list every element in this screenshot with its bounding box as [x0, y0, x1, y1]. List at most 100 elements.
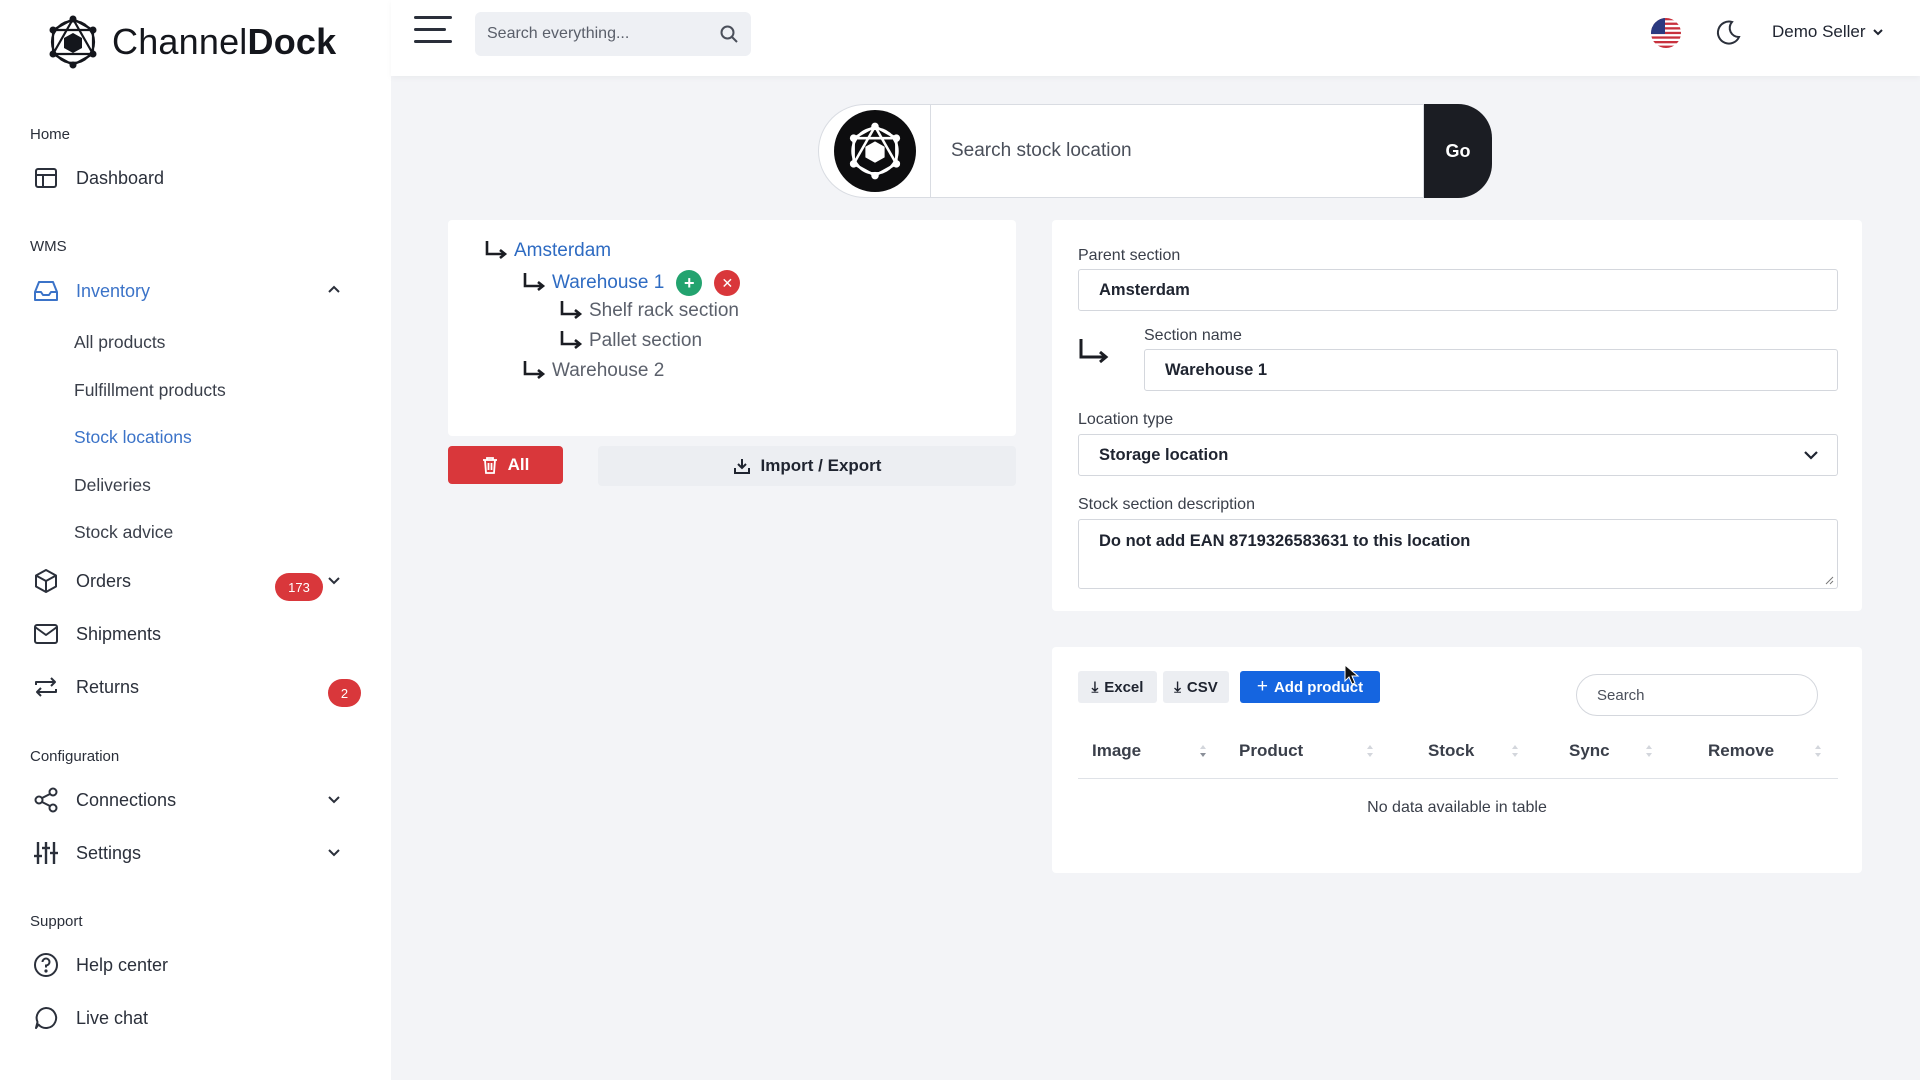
tree-node-label: Pallet section: [589, 330, 703, 351]
delete-all-label: All: [507, 455, 530, 474]
tree-node-amsterdam[interactable]: Amsterdam: [484, 240, 611, 262]
go-button[interactable]: Go: [1424, 104, 1492, 198]
brand-logo[interactable]: ChannelDock: [44, 12, 336, 72]
location-tree: Amsterdam Warehouse 1 + ✕ Shelf rack sec…: [448, 220, 1016, 436]
table-search-input[interactable]: [1576, 674, 1818, 716]
mouse-pointer-icon: [1344, 664, 1360, 685]
box-icon: [30, 565, 62, 597]
nav-settings[interactable]: Settings: [30, 833, 365, 873]
column-header-product[interactable]: Product: [1239, 741, 1303, 761]
section-name-field[interactable]: Warehouse 1: [1144, 349, 1838, 391]
nav-live-chat-label: Live chat: [76, 1007, 149, 1028]
nav-shipments[interactable]: Shipments: [30, 614, 365, 654]
parent-section-field[interactable]: Amsterdam: [1078, 269, 1838, 311]
location-type-label: Location type: [1078, 411, 1174, 428]
tree-node-pallet[interactable]: Pallet section: [559, 330, 702, 352]
delete-all-button[interactable]: All: [448, 446, 563, 484]
mail-icon: [30, 618, 62, 650]
section-name-label: Section name: [1144, 327, 1242, 344]
nav-all-products[interactable]: All products: [74, 332, 165, 353]
tree-branch-arrow-icon: [560, 331, 583, 350]
import-export-label: Import / Export: [760, 456, 882, 475]
sort-icon[interactable]: [1199, 742, 1207, 760]
import-export-button[interactable]: Import / Export: [598, 446, 1016, 486]
tree-node-label: Shelf rack section: [589, 300, 739, 321]
export-excel-label: Excel: [1104, 678, 1144, 696]
us-flag-icon[interactable]: [1651, 18, 1681, 48]
nav-dashboard[interactable]: Dashboard: [30, 158, 365, 198]
nav-section-configuration: Configuration: [30, 748, 120, 765]
sort-icon[interactable]: [1366, 742, 1374, 760]
nav-deliveries[interactable]: Deliveries: [74, 475, 151, 496]
nav-returns[interactable]: Returns: [30, 667, 365, 707]
add-child-section-button[interactable]: +: [676, 270, 703, 296]
export-csv-button[interactable]: ⤓ CSV: [1163, 671, 1229, 703]
chevron-down-icon: [1872, 29, 1883, 36]
delete-section-button[interactable]: ✕: [714, 270, 741, 296]
column-header-sync[interactable]: Sync: [1569, 741, 1610, 761]
menu-toggle-icon[interactable]: [414, 16, 452, 50]
column-header-stock[interactable]: Stock: [1428, 741, 1474, 761]
sort-icon[interactable]: [1814, 742, 1822, 760]
nav-inventory[interactable]: Inventory: [30, 271, 365, 311]
chevron-down-icon: [1804, 451, 1818, 460]
download-icon: ⤓: [1091, 678, 1099, 696]
plus-icon: +: [1256, 676, 1268, 697]
description-label: Stock section description: [1078, 496, 1255, 513]
resize-handle-icon[interactable]: [1824, 575, 1834, 585]
description-textarea[interactable]: Do not add EAN 8719326583631 to this loc…: [1078, 519, 1838, 589]
tree-node-warehouse-2[interactable]: Warehouse 2: [522, 360, 664, 382]
nav-dashboard-label: Dashboard: [76, 167, 165, 188]
table-header-divider: [1078, 778, 1838, 779]
download-icon: ⤓: [1174, 678, 1181, 696]
tree-branch-arrow-icon: [485, 241, 508, 260]
global-search[interactable]: [475, 12, 751, 56]
search-icon[interactable]: [719, 24, 739, 44]
brand-name: ChannelDock: [112, 21, 337, 62]
global-search-input[interactable]: [487, 25, 719, 43]
nav-fulfillment-products[interactable]: Fulfillment products: [74, 380, 226, 401]
channeldock-logo-icon: [49, 15, 97, 69]
top-bar: Demo Seller: [391, 0, 1920, 76]
dashboard-icon: [30, 162, 62, 194]
sort-icon[interactable]: [1511, 742, 1519, 760]
nav-inventory-label: Inventory: [76, 280, 151, 301]
location-logo: [818, 104, 930, 198]
nav-returns-label: Returns: [76, 676, 140, 697]
nav-help-center-label: Help center: [76, 954, 169, 975]
tree-node-shelf-rack[interactable]: Shelf rack section: [559, 300, 739, 322]
nav-section-support: Support: [30, 913, 83, 930]
column-header-remove[interactable]: Remove: [1708, 741, 1774, 761]
nav-stock-advice[interactable]: Stock advice: [74, 522, 173, 543]
refresh-arrows-icon: [30, 671, 62, 703]
tree-node-label: Warehouse 1: [552, 272, 665, 293]
orders-count-badge: 173: [275, 573, 323, 601]
stock-location-input[interactable]: [951, 140, 1423, 162]
nav-stock-locations[interactable]: Stock locations: [74, 427, 192, 448]
parent-section-label: Parent section: [1078, 247, 1181, 264]
stock-location-field[interactable]: [930, 104, 1424, 198]
sliders-icon: [30, 837, 62, 869]
channeldock-emblem-icon: [833, 110, 916, 192]
sort-icon[interactable]: [1645, 742, 1653, 760]
nav-connections[interactable]: Connections: [30, 780, 365, 820]
user-name: Demo Seller: [1772, 22, 1866, 41]
tree-node-warehouse-1[interactable]: Warehouse 1 + ✕: [522, 270, 741, 296]
stock-location-search: Go: [818, 104, 1492, 198]
nav-orders-label: Orders: [76, 570, 132, 591]
export-excel-button[interactable]: ⤓ Excel: [1078, 671, 1157, 703]
location-type-value: Storage location: [1099, 445, 1229, 464]
nav-help-center[interactable]: Help center: [30, 945, 365, 985]
nav-section-home: Home: [30, 126, 71, 143]
tree-branch-arrow-icon: [523, 273, 546, 292]
share-icon: [30, 784, 62, 816]
tree-branch-arrow-icon: [523, 361, 546, 380]
nav-settings-label: Settings: [76, 842, 142, 863]
nav-live-chat[interactable]: Live chat: [30, 998, 365, 1038]
tree-node-label: Warehouse 2: [552, 360, 665, 381]
dark-mode-moon-icon[interactable]: [1713, 18, 1743, 48]
user-menu[interactable]: Demo Seller: [1772, 22, 1884, 42]
column-header-image[interactable]: Image: [1092, 741, 1141, 761]
help-circle-icon: [30, 949, 62, 981]
location-type-select[interactable]: Storage location: [1078, 434, 1838, 476]
